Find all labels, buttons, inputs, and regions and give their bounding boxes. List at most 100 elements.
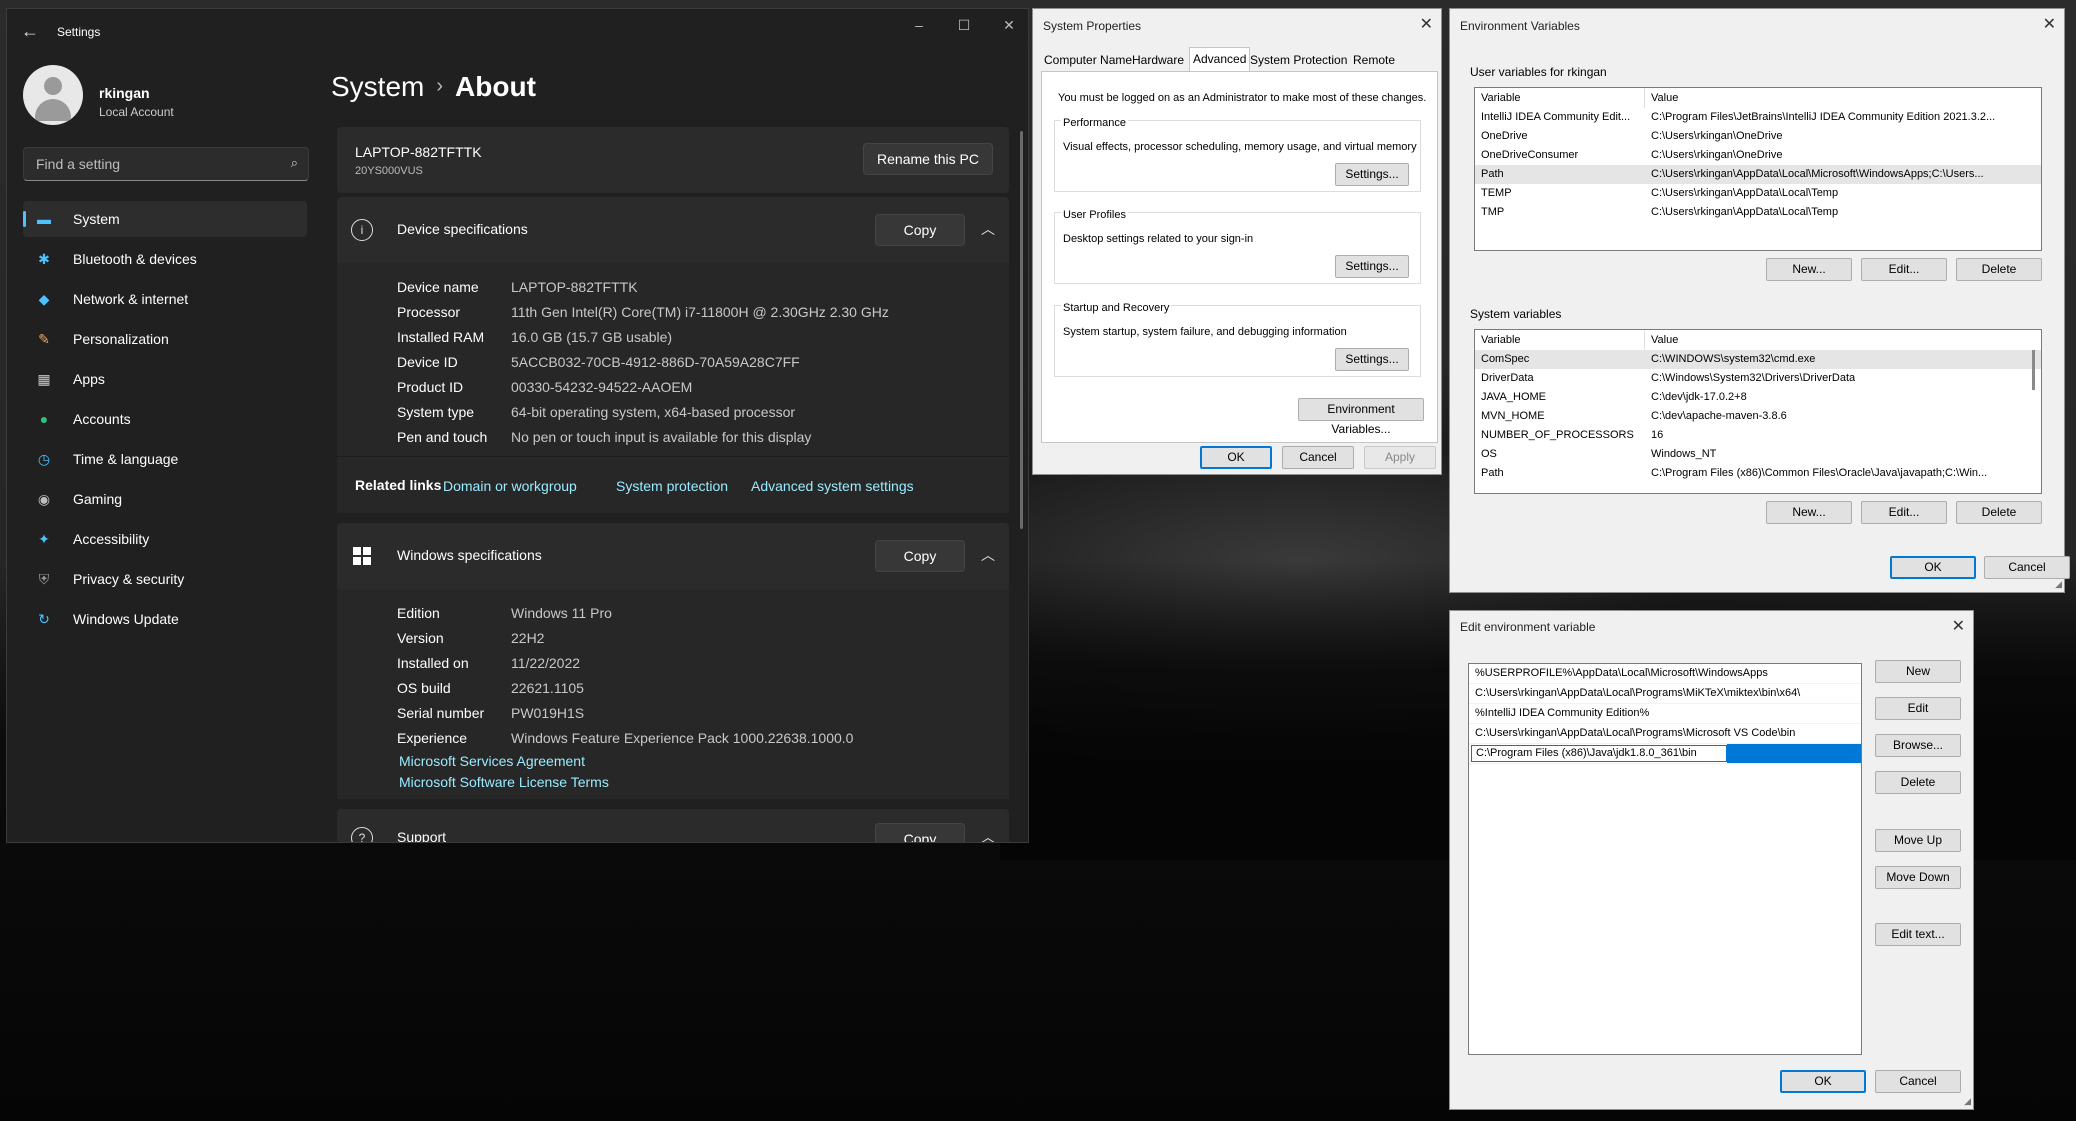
- list-item[interactable]: %IntelliJ IDEA Community Edition%: [1469, 704, 1861, 724]
- apply-button[interactable]: Apply: [1364, 446, 1436, 469]
- column-header-value[interactable]: Value: [1651, 330, 1678, 350]
- resize-grip-icon[interactable]: ◢: [2055, 579, 2062, 590]
- new-entry-button[interactable]: New: [1875, 660, 1961, 683]
- user-edit-button[interactable]: Edit...: [1861, 258, 1947, 281]
- sidebar-item-apps[interactable]: ▦ Apps: [23, 361, 307, 397]
- ok-button[interactable]: OK: [1780, 1070, 1866, 1093]
- edit-entry-button[interactable]: Edit: [1875, 697, 1961, 720]
- link-services-agreement[interactable]: Microsoft Services Agreement: [337, 751, 1009, 772]
- performance-settings-button[interactable]: Settings...: [1335, 163, 1409, 186]
- chevron-up-icon[interactable]: ︿: [981, 827, 995, 842]
- copy-windows-specs-button[interactable]: Copy: [875, 540, 965, 572]
- sidebar-item-windows-update[interactable]: ↻ Windows Update: [23, 601, 307, 637]
- sidebar-item-bluetooth-devices[interactable]: ✱ Bluetooth & devices: [23, 241, 307, 277]
- user-delete-button[interactable]: Delete: [1956, 258, 2042, 281]
- sidebar-item-personalization[interactable]: ✎ Personalization: [23, 321, 307, 357]
- link-advanced-system-settings[interactable]: Advanced system settings: [751, 478, 914, 494]
- sidebar-item-time-language[interactable]: ◷ Time & language: [23, 441, 307, 477]
- copy-device-specs-button[interactable]: Copy: [875, 214, 965, 246]
- table-row[interactable]: Path C:\Users\rkingan\AppData\Local\Micro…: [1475, 165, 2041, 184]
- delete-entry-button[interactable]: Delete: [1875, 771, 1961, 794]
- scrollbar[interactable]: [1020, 131, 1023, 529]
- path-entries-list[interactable]: %USERPROFILE%\AppData\Local\Microsoft\Wi…: [1468, 663, 1862, 1055]
- spec-value[interactable]: Windows 11 Pro: [511, 605, 612, 621]
- close-button[interactable]: ✕: [989, 17, 1028, 34]
- close-icon[interactable]: ✕: [1952, 616, 1965, 636]
- link-system-protection[interactable]: System protection: [616, 478, 728, 494]
- cancel-button[interactable]: Cancel: [1984, 556, 2070, 579]
- copy-support-button[interactable]: Copy: [875, 823, 965, 842]
- list-item[interactable]: %USERPROFILE%\AppData\Local\Microsoft\Wi…: [1469, 664, 1861, 684]
- user-new-button[interactable]: New...: [1766, 258, 1852, 281]
- table-row[interactable]: ComSpec C:\WINDOWS\system32\cmd.exe: [1475, 350, 2041, 369]
- table-row[interactable]: IntelliJ IDEA Community Edit... C:\Progra…: [1475, 108, 2041, 127]
- search-input[interactable]: Find a setting ⌕: [23, 147, 309, 181]
- edit-text-button[interactable]: Edit text...: [1875, 923, 1961, 946]
- sidebar-item-accessibility[interactable]: ✦ Accessibility: [23, 521, 307, 557]
- sidebar-item-accounts[interactable]: ● Accounts: [23, 401, 307, 437]
- table-row[interactable]: JAVA_HOME C:\dev\jdk-17.0.2+8: [1475, 388, 2041, 407]
- table-row[interactable]: OneDrive C:\Users\rkingan\OneDrive: [1475, 127, 2041, 146]
- move-up-button[interactable]: Move Up: [1875, 829, 1961, 852]
- maximize-button[interactable]: ☐: [944, 17, 984, 34]
- sidebar-item-network-internet[interactable]: ◆ Network & internet: [23, 281, 307, 317]
- column-header-value[interactable]: Value: [1651, 88, 1678, 108]
- close-icon[interactable]: ✕: [1420, 14, 1433, 34]
- spec-value[interactable]: 64-bit operating system, x64-based proce…: [511, 404, 795, 420]
- column-header-variable[interactable]: Variable: [1481, 88, 1521, 108]
- close-icon[interactable]: ✕: [2043, 14, 2056, 34]
- link-domain-workgroup[interactable]: Domain or workgroup: [443, 478, 577, 494]
- user-variables-table[interactable]: Variable Value IntelliJ IDEA Community E…: [1474, 87, 2042, 251]
- user-profiles-settings-button[interactable]: Settings...: [1335, 255, 1409, 278]
- list-item[interactable]: C:\Users\rkingan\AppData\Local\Programs\…: [1469, 724, 1861, 744]
- spec-value[interactable]: 00330-54232-94522-AAOEM: [511, 379, 692, 395]
- spec-value[interactable]: 22H2: [511, 630, 544, 646]
- tab-advanced[interactable]: Advanced: [1189, 47, 1251, 73]
- path-edit-input[interactable]: C:\Program Files (x86)\Java\jdk1.8.0_361…: [1471, 745, 1727, 762]
- back-arrow-icon[interactable]: ←: [21, 21, 39, 42]
- tab-remote[interactable]: Remote: [1350, 49, 1398, 71]
- ok-button[interactable]: OK: [1890, 556, 1976, 579]
- list-item-editing[interactable]: C:\Program Files (x86)\Java\jdk1.8.0_361…: [1469, 744, 1861, 764]
- sidebar-item-gaming[interactable]: ◉ Gaming: [23, 481, 307, 517]
- list-item[interactable]: C:\Users\rkingan\AppData\Local\Programs\…: [1469, 684, 1861, 704]
- table-row[interactable]: TEMP C:\Users\rkingan\AppData\Local\Temp: [1475, 184, 2041, 203]
- minimize-button[interactable]: –: [899, 17, 939, 33]
- resize-grip-icon[interactable]: ◢: [1964, 1096, 1971, 1107]
- rename-pc-button[interactable]: Rename this PC: [863, 143, 993, 175]
- spec-value[interactable]: LAPTOP-882TFTTK: [511, 279, 638, 295]
- table-scrollbar[interactable]: [2032, 350, 2035, 390]
- cancel-button[interactable]: Cancel: [1282, 446, 1354, 469]
- sidebar-item-privacy-security[interactable]: ⛨ Privacy & security: [23, 561, 307, 597]
- column-header-variable[interactable]: Variable: [1481, 330, 1521, 350]
- browse-button[interactable]: Browse...: [1875, 734, 1961, 757]
- support-header[interactable]: ? Support Copy ︿: [337, 809, 1009, 842]
- cancel-button[interactable]: Cancel: [1875, 1070, 1961, 1093]
- spec-value[interactable]: 11th Gen Intel(R) Core(TM) i7-11800H @ 2…: [511, 304, 889, 320]
- spec-value[interactable]: Windows Feature Experience Pack 1000.226…: [511, 730, 853, 746]
- table-row[interactable]: OneDriveConsumer C:\Users\rkingan\OneDriv…: [1475, 146, 2041, 165]
- chevron-up-icon[interactable]: ︿: [981, 545, 995, 565]
- spec-value[interactable]: 16.0 GB (15.7 GB usable): [511, 329, 672, 345]
- table-row[interactable]: Path C:\Program Files (x86)\Common Files\…: [1475, 464, 2041, 483]
- spec-value[interactable]: No pen or touch input is available for t…: [511, 429, 811, 445]
- system-edit-button[interactable]: Edit...: [1861, 501, 1947, 524]
- table-row[interactable]: TMP C:\Users\rkingan\AppData\Local\Temp: [1475, 203, 2041, 222]
- startup-settings-button[interactable]: Settings...: [1335, 348, 1409, 371]
- system-variables-table[interactable]: Variable Value ComSpec C:\WINDOWS\system3…: [1474, 329, 2042, 494]
- device-specs-header[interactable]: i Device specifications Copy ︿: [337, 197, 1009, 263]
- environment-variables-button[interactable]: Environment Variables...: [1298, 398, 1424, 436]
- tab-computer-name[interactable]: Computer Name: [1041, 49, 1135, 71]
- table-row[interactable]: MVN_HOME C:\dev\apache-maven-3.8.6: [1475, 407, 2041, 426]
- system-new-button[interactable]: New...: [1766, 501, 1852, 524]
- spec-value[interactable]: 11/22/2022: [511, 655, 580, 671]
- table-row[interactable]: OS Windows_NT: [1475, 445, 2041, 464]
- spec-value[interactable]: 22621.1105: [511, 680, 584, 696]
- spec-value[interactable]: 5ACCB032-70CB-4912-886D-70A59A28C7FF: [511, 354, 800, 370]
- spec-value[interactable]: PW019H1S: [511, 705, 584, 721]
- system-delete-button[interactable]: Delete: [1956, 501, 2042, 524]
- table-row[interactable]: NUMBER_OF_PROCESSORS 16: [1475, 426, 2041, 445]
- tab-system-protection[interactable]: System Protection: [1247, 49, 1350, 71]
- breadcrumb-parent[interactable]: System: [331, 71, 424, 102]
- table-row[interactable]: DriverData C:\Windows\System32\Drivers\Dr…: [1475, 369, 2041, 388]
